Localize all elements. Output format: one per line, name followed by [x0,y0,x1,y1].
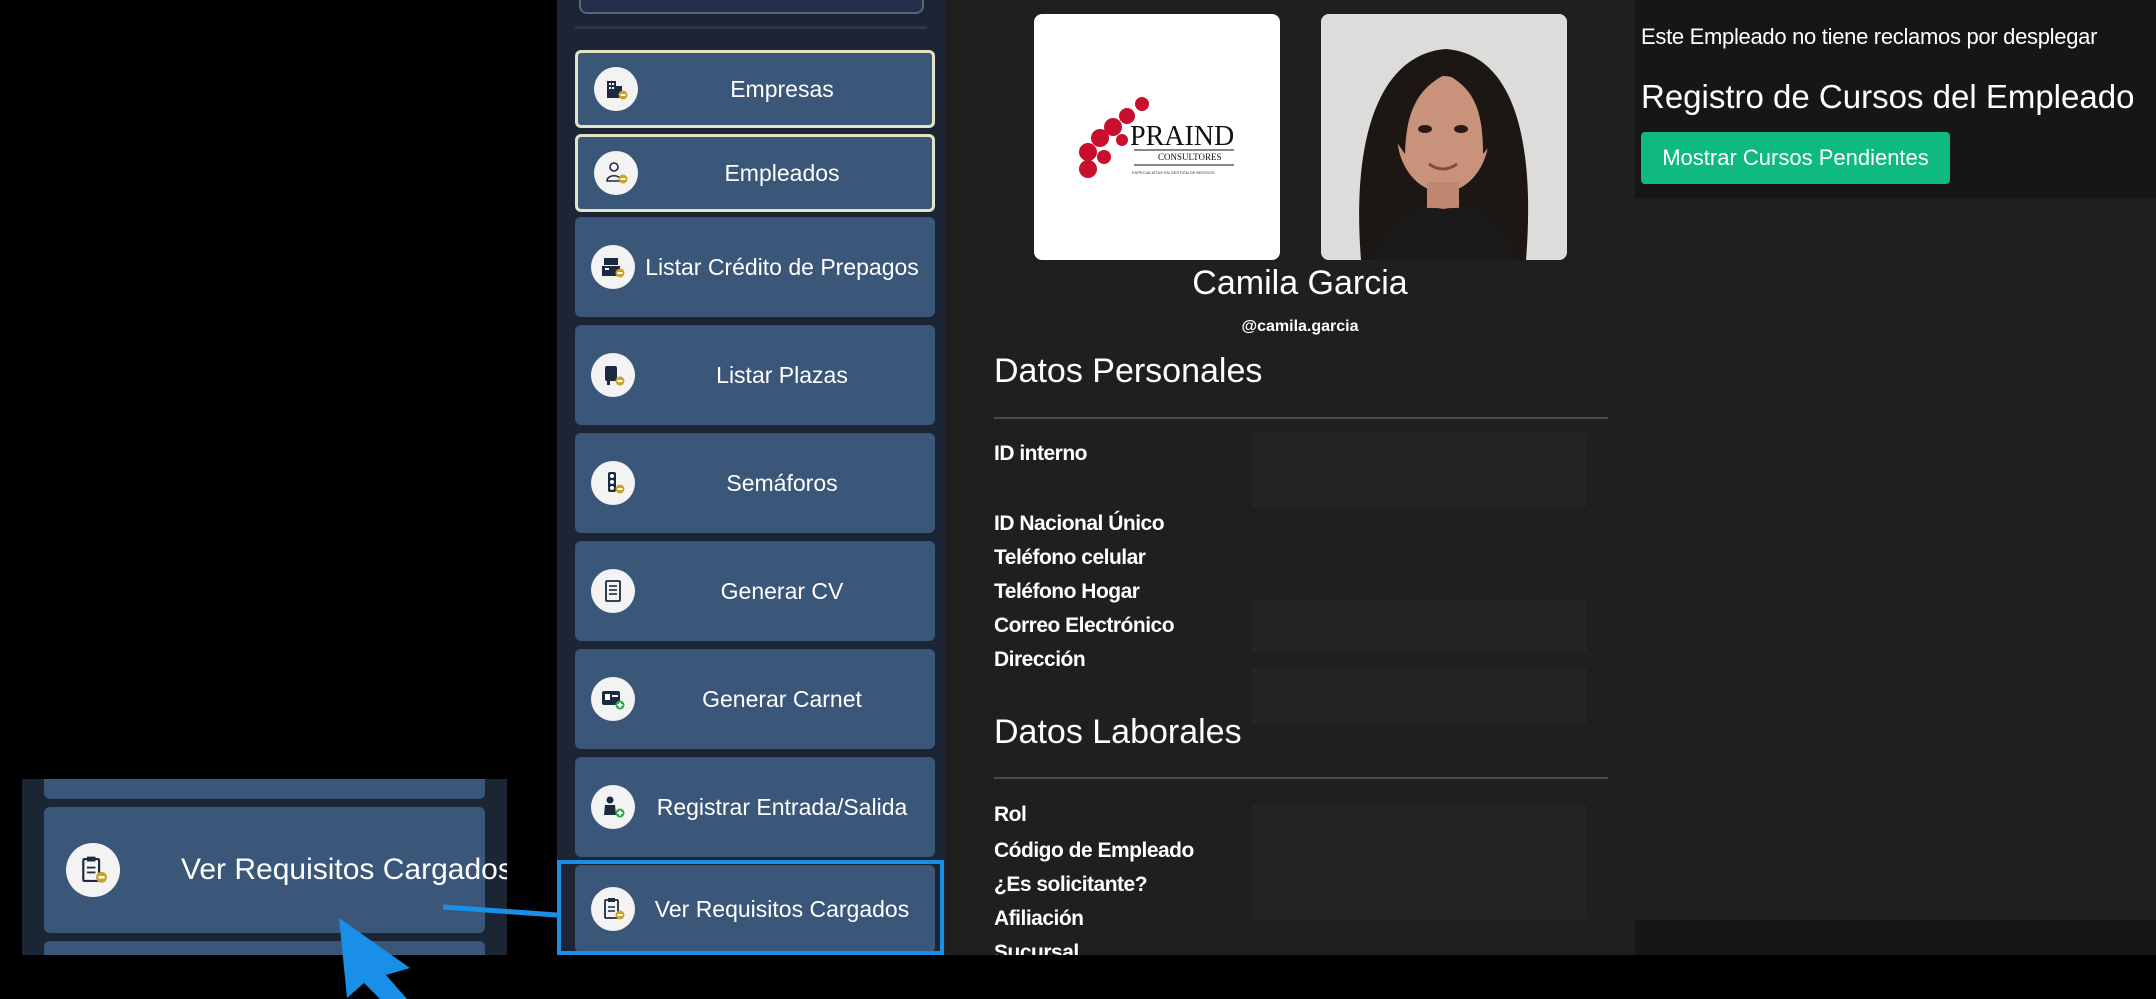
sidebar-item-semaforos[interactable]: Semáforos [575,433,935,533]
sidebar-item-generar-carnet[interactable]: Generar Carnet [575,649,935,749]
right-panel: Este Empleado no tiene reclamos por desp… [1635,0,2156,955]
section-divider [994,777,1608,779]
sidebar-item-listar-credito[interactable]: Listar Crédito de Prepagos [575,217,935,317]
claims-empty-note: Este Empleado no tiene reclamos por desp… [1641,24,2098,49]
sidebar: Empresas Empleados Listar Crédito de Pre… [557,0,945,955]
work-data-title: Datos Laborales [994,713,1242,751]
logo-tagline: ESPECIALISTAS EN GESTIÓN DE RIESGOS [1132,170,1215,175]
field-label-es-solicitante: ¿Es solicitante? [994,873,1148,896]
personal-data-title: Datos Personales [994,352,1263,390]
field-label-id-interno: ID interno [994,442,1088,465]
logo-wordmark: PRAIND [1130,121,1234,152]
logo-subtitle: CONSULTORES [1158,152,1222,162]
traffic-light-icon [591,461,635,505]
screenshot-stage: Empresas Empleados Listar Crédito de Pre… [0,0,2156,999]
field-label-codigo-empleado: Código de Empleado [994,839,1194,862]
courses-title: Registro de Cursos del Empleado [1641,78,2135,115]
highlight-box [557,860,944,955]
id-card-icon [591,677,635,721]
employee-username: @camila.garcia [1241,318,1359,335]
field-label-direccion: Dirección [994,648,1086,671]
sidebar-item-generar-cv[interactable]: Generar CV [575,541,935,641]
zoom-item-above [44,779,485,799]
field-label-telefono-hogar: Teléfono Hogar [994,580,1140,603]
field-label-correo: Correo Electrónico [994,614,1175,637]
sidebar-item-listar-plazas[interactable]: Listar Plazas [575,325,935,425]
seat-icon [591,353,635,397]
show-pending-courses-button[interactable]: Mostrar Cursos Pendientes [1641,132,1950,184]
person-clock-icon [591,785,635,829]
courses-panel [1635,198,2156,920]
sidebar-item-registrar-entrada[interactable]: Registrar Entrada/Salida [575,757,935,857]
zoom-inset: Ver Requisitos Cargados [22,779,507,955]
field-label-sucursal: Sucursal [994,941,1079,955]
zoom-item-below [44,941,485,955]
sidebar-item-empleados[interactable]: Empleados [575,134,935,212]
sidebar-divider [575,26,927,29]
zoom-sidebar-item-ver-requisitos[interactable]: Ver Requisitos Cargados [44,807,507,933]
employee-icon [594,151,638,195]
field-label-rol: Rol [994,803,1027,826]
sidebar-top-item[interactable] [579,0,924,14]
clipboard-badge-icon [66,843,120,897]
cash-register-icon [591,245,635,289]
sidebar-item-empresas[interactable]: Empresas [575,50,935,128]
employee-profile: PRAIND CONSULTORES ESPECIALISTAS EN GEST… [945,0,1635,955]
field-value-id-interno [1252,433,1587,507]
field-label-id-nacional: ID Nacional Único [994,512,1165,535]
field-value-direccion [1252,668,1587,724]
employee-name: Camila Garcia [1192,264,1408,302]
document-icon [591,569,635,613]
company-logo: PRAIND CONSULTORES ESPECIALISTAS EN GEST… [1034,14,1280,260]
section-divider [994,417,1608,419]
field-label-telefono-celular: Teléfono celular [994,546,1146,569]
zoom-item-label: Ver Requisitos Cargados [181,853,507,886]
employee-photo [1321,14,1567,260]
building-icon [594,67,638,111]
field-value-correo [1252,599,1587,653]
field-value-rol [1252,805,1587,919]
field-label-afiliacion: Afiliación [994,907,1084,930]
